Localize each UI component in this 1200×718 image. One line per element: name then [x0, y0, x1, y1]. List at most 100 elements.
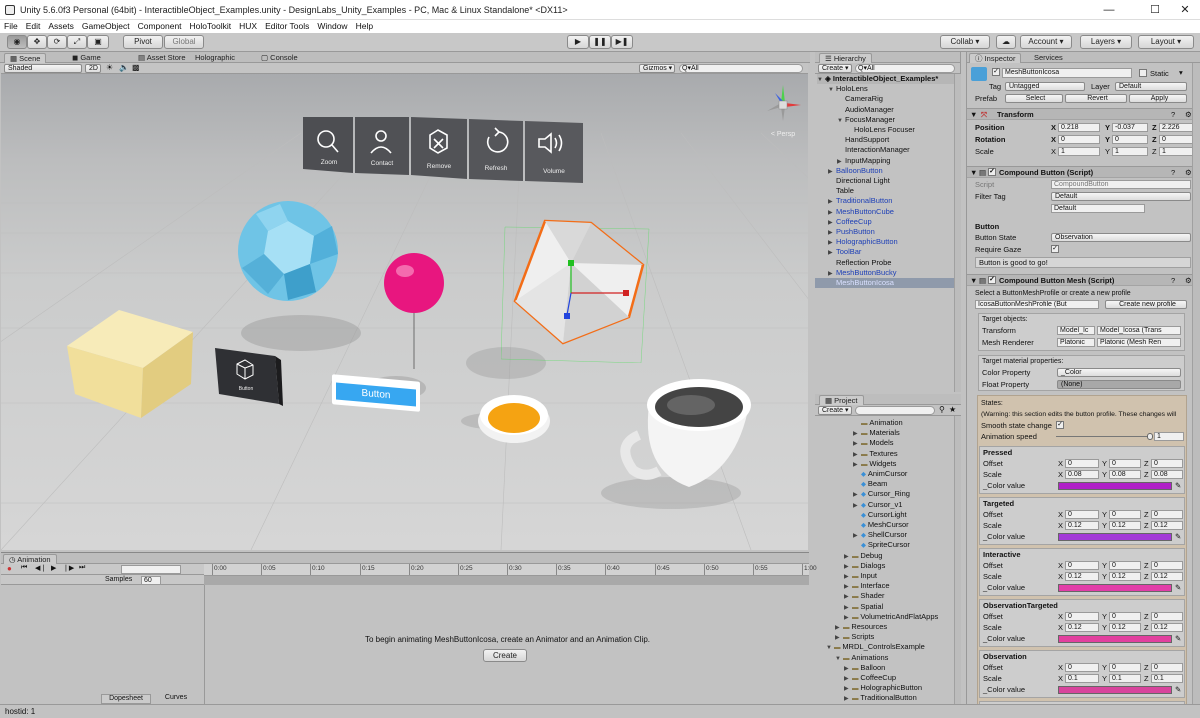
project-item[interactable]: ▶ ▬ Resources [815, 622, 887, 632]
state-offset-z-input[interactable]: 0 [1151, 612, 1183, 621]
state-offset-y-input[interactable]: 0 [1109, 612, 1141, 621]
eyedropper-icon[interactable]: ✎ [1175, 480, 1181, 491]
minimize-button[interactable]: — [1094, 2, 1124, 18]
timeline-ruler[interactable]: 0:00 0:05 0:10 0:15 0:20 0:25 0:30 0:35 0:40 0:45… [204, 564, 817, 576]
timeline-events-bar[interactable] [204, 576, 809, 585]
anim-speed-slider-thumb[interactable] [1147, 433, 1153, 440]
record-icon[interactable]: ● [7, 564, 12, 573]
smooth-state-checkbox[interactable]: ✓ [1056, 421, 1064, 429]
menu-edit[interactable]: Edit [22, 20, 45, 33]
cloud-button[interactable]: ☁ [996, 35, 1016, 49]
tab-asset-store[interactable]: ▤ Asset Store [133, 53, 191, 63]
state-offset-y-input[interactable]: 0 [1109, 459, 1141, 468]
state-color-swatch[interactable] [1058, 584, 1172, 592]
help-icon[interactable]: ? [1171, 275, 1175, 286]
tab-project[interactable]: ▦ Project [819, 395, 864, 405]
target-transform-field-a[interactable]: Model_Ic [1057, 326, 1095, 335]
target-renderer-field-a[interactable]: Platonic [1057, 338, 1095, 347]
scale-z-input[interactable]: 1 [1159, 147, 1195, 156]
menu-editor-tools[interactable]: Editor Tools [261, 20, 313, 33]
state-offset-y-input[interactable]: 0 [1109, 510, 1141, 519]
state-scale-x-input[interactable]: 0.08 [1065, 470, 1099, 479]
scene-viewport[interactable]: Zoom Contact Remove Refresh Volume Butto… [1, 63, 808, 550]
project-item[interactable]: ▶ ▬ HolographicButton [815, 683, 922, 693]
button-state-dropdown[interactable]: Observation [1051, 233, 1191, 242]
tag-dropdown[interactable]: Untagged [1005, 82, 1085, 91]
scene-search-input[interactable]: Q▾All [679, 64, 803, 73]
project-item[interactable]: ▶ ▬ TraditionalButton [815, 693, 917, 703]
menu-hux[interactable]: HUX [235, 20, 261, 33]
next-key-icon[interactable]: ❘▶ [63, 564, 74, 572]
prefab-apply-button[interactable]: Apply [1129, 94, 1187, 103]
project-item[interactable]: ▶ ▬ Dialogs [815, 561, 885, 571]
state-color-swatch[interactable] [1058, 635, 1172, 643]
help-icon[interactable]: ? [1171, 109, 1175, 120]
eyedropper-icon[interactable]: ✎ [1175, 633, 1181, 644]
hierarchy-item[interactable]: HoloLens Focuser [815, 125, 955, 135]
hierarchy-scene-row[interactable]: ▼ ◈ InteractibleObject_Examples* [817, 74, 960, 85]
tab-holographic[interactable]: Holographic [190, 53, 240, 63]
tab-dopesheet[interactable]: Dopesheet [101, 694, 151, 704]
state-scale-y-input[interactable]: 0.12 [1109, 572, 1141, 581]
layer-dropdown[interactable]: Default [1115, 82, 1187, 91]
prefab-revert-button[interactable]: Revert [1065, 94, 1127, 103]
object-name-input[interactable]: MeshButtonIcosa [1002, 68, 1132, 78]
project-item[interactable]: ◆ MeshCursor [815, 520, 909, 530]
state-scale-y-input[interactable]: 0.12 [1109, 521, 1141, 530]
menu-window[interactable]: Window [313, 20, 351, 33]
layers-dropdown[interactable]: Layers ▾ [1080, 35, 1132, 49]
project-item[interactable]: ▶ ▬ Spatial [815, 602, 883, 612]
collab-dropdown[interactable]: Collab ▾ [940, 35, 990, 49]
eyedropper-icon[interactable]: ✎ [1175, 582, 1181, 593]
move-tool-button[interactable]: ✥ [27, 35, 47, 49]
project-item[interactable]: ▶ ▬ Models [815, 438, 894, 448]
compound-mesh-header[interactable]: ▼ ▤ ✓ Compound Button Mesh (Script) ? ⚙ [967, 274, 1200, 286]
static-checkbox[interactable] [1139, 69, 1147, 77]
hierarchy-item[interactable]: ▶ MeshButtonCube [815, 207, 955, 217]
rotate-tool-button[interactable]: ⟳ [47, 35, 67, 49]
project-search-input[interactable] [855, 406, 935, 415]
help-icon[interactable]: ? [1171, 167, 1175, 178]
gizmos-dropdown[interactable]: Gizmos ▾ [639, 64, 675, 73]
state-color-swatch[interactable] [1058, 482, 1172, 490]
shading-dropdown[interactable]: Shaded [4, 64, 82, 73]
state-scale-x-input[interactable]: 0.1 [1065, 674, 1099, 683]
layout-dropdown[interactable]: Layout ▾ [1138, 35, 1194, 49]
filter-icon[interactable]: ⚲ [939, 405, 945, 414]
hierarchy-item[interactable]: ▼ HoloLens [815, 84, 955, 94]
2d-toggle[interactable]: 2D [85, 64, 101, 73]
hierarchy-item[interactable]: ▶ MeshButtonBucky [815, 268, 955, 278]
hierarchy-item[interactable]: InteractionManager [815, 145, 955, 155]
tab-animation[interactable]: ◷ Animation [3, 554, 57, 564]
project-item[interactable]: ▬ Animation [815, 418, 903, 428]
project-item[interactable]: ▶ ◆ Cursor_Ring [815, 489, 910, 499]
push-button[interactable] [474, 385, 554, 445]
state-scale-z-input[interactable]: 0.12 [1151, 572, 1183, 581]
tab-curves[interactable]: Curves [151, 694, 201, 704]
state-scale-z-input[interactable]: 0.08 [1151, 470, 1183, 479]
anim-speed-slider-track[interactable] [1056, 436, 1150, 437]
position-y-input[interactable]: -0.037 [1112, 123, 1148, 132]
holographic-button[interactable]: Button [213, 346, 285, 408]
project-create-button[interactable]: Create ▾ [818, 406, 852, 415]
project-item[interactable]: ▶ ▬ CoffeeCup [815, 673, 896, 683]
scale-tool-button[interactable]: ⤢ [67, 35, 87, 49]
hierarchy-item[interactable]: ▶ BalloonButton [815, 166, 955, 176]
hierarchy-item[interactable]: ▶ TraditionalButton [815, 196, 955, 206]
step-button[interactable]: ▶❚ [611, 35, 633, 49]
audio-icon[interactable]: 🔈 [119, 63, 129, 72]
menu-gameobject[interactable]: GameObject [78, 20, 134, 33]
state-scale-z-input[interactable]: 0.12 [1151, 521, 1183, 530]
transform-header[interactable]: ▼ ⤧ Transform ? ⚙ [967, 108, 1200, 120]
hierarchy-item[interactable]: Reflection Probe [815, 258, 955, 268]
project-item[interactable]: ▼ ▬ Animations [815, 653, 888, 663]
project-item[interactable]: ▶ ▬ Materials [815, 428, 900, 438]
project-item[interactable]: ▶ ◆ Cursor_v1 [815, 500, 902, 510]
hierarchy-scrollbar[interactable] [954, 74, 961, 392]
hierarchy-item[interactable]: CameraRig [815, 94, 955, 104]
anim-time-input[interactable] [121, 565, 181, 574]
maximize-button[interactable]: ☐ [1140, 2, 1170, 18]
create-animation-button[interactable]: Create [483, 649, 527, 662]
samples-input[interactable]: 60 [141, 576, 161, 585]
settings-gear-icon[interactable]: ⚙ [1185, 275, 1192, 286]
